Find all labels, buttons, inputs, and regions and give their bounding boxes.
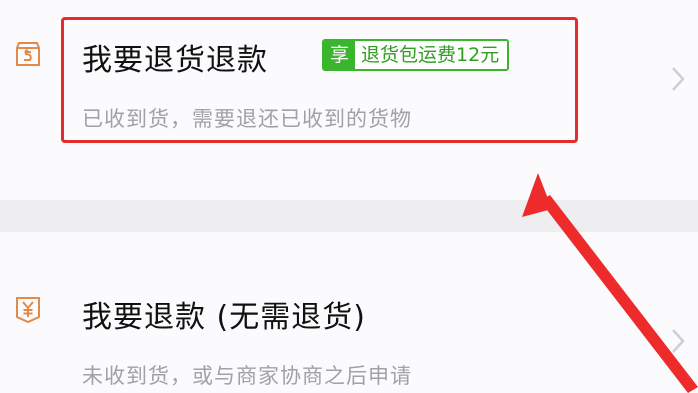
- highlight-box: [61, 17, 578, 143]
- yen-refund-icon: [14, 295, 42, 324]
- return-box-icon: [14, 40, 42, 68]
- chevron-right-icon: [670, 66, 686, 92]
- option-title: 我要退款 (无需退货): [82, 300, 366, 335]
- option-subtitle: 未收到货，或与商家协商之后申请: [82, 364, 412, 388]
- annotation-arrow: [522, 173, 698, 393]
